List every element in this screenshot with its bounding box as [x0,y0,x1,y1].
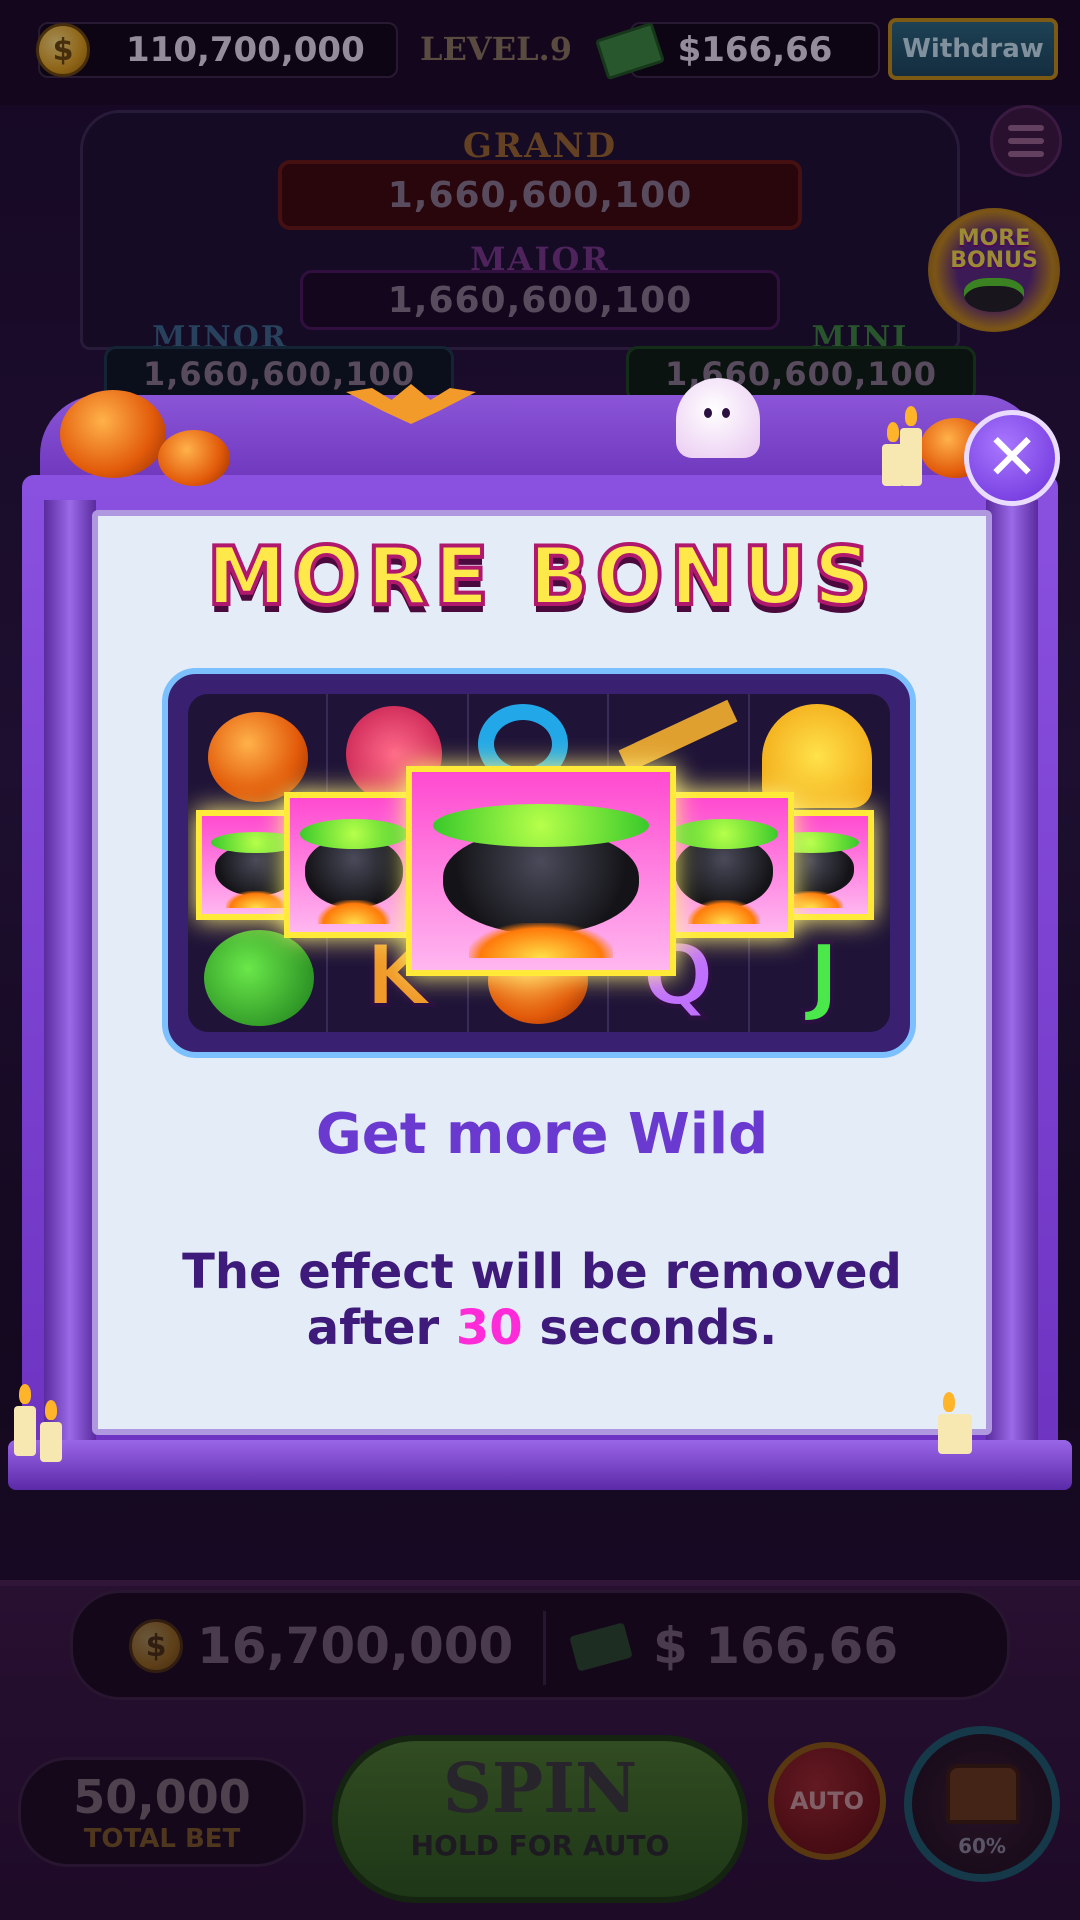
close-button[interactable]: ✕ [964,410,1060,506]
spider-symbol [204,930,314,1026]
balance-bar: $ 16,700,000 $ 166,66 [70,1590,1010,1700]
coin-balance-bottom: 16,700,000 [197,1617,514,1675]
goo-icon [670,819,778,849]
cash-balance: $166,66 [677,30,833,70]
goo-icon [432,803,650,848]
menu-icon-bar [1008,125,1044,131]
fire-icon [688,899,760,924]
pumpkin-icon [60,390,166,478]
coin-icon: $ [129,1619,183,1673]
chest-icon [946,1764,1020,1824]
cash-balance-bottom: $ 166,66 [653,1617,899,1675]
reel-grid: K Q J [188,694,890,1032]
level-indicator: LEVEL.9 [420,30,573,68]
spin-sublabel: HOLD FOR AUTO [410,1829,670,1862]
chest-progress: 60% [958,1834,1006,1858]
cash-icon [569,1622,633,1672]
description-line-2: after 30 seconds. [92,1300,992,1356]
coin-icon: $ [36,23,90,77]
candle-icon [14,1384,36,1456]
countdown-seconds: 30 [455,1300,523,1356]
candle-icon [40,1400,62,1462]
withdraw-button[interactable]: Withdraw [888,18,1058,80]
modal-title: MORE BONUS [205,528,878,625]
cash-balance-pill: $166,66 [630,22,880,78]
candle-icon [938,1392,972,1454]
badge-line-2: BONUS [950,248,1038,273]
cauldron-icon [964,278,1024,312]
spin-button[interactable]: SPIN HOLD FOR AUTO [332,1735,748,1903]
close-icon: ✕ [985,421,1039,495]
description-after: seconds. [522,1300,778,1356]
total-bet-value: 50,000 [73,1770,251,1824]
fire-icon [225,890,287,909]
reel-preview: K Q J [162,668,916,1058]
bonus-description: The effect will be removed after 30 seco… [92,1244,992,1356]
divider [543,1611,546,1685]
total-bet-pill[interactable]: 50,000 TOTAL BET [18,1757,306,1867]
description-line-1: The effect will be removed [182,1244,902,1300]
menu-button[interactable] [990,105,1062,177]
description-before: after [306,1300,456,1356]
total-bet-label: TOTAL BET [83,1824,241,1854]
coin-balance-pill: $ 110,700,000 [36,22,398,78]
bonus-heading: Get more Wild [315,1102,769,1167]
pumpkin-symbol [208,712,308,802]
ghost-icon [676,378,760,458]
menu-icon-bar [1008,151,1044,157]
mini-value: 1,660,600,100 [626,346,976,402]
grand-value: 1,660,600,100 [278,160,802,230]
spin-label: SPIN [442,1749,638,1829]
fire-icon [318,899,390,924]
auto-button[interactable]: AUTO [768,1742,886,1860]
cauldron-wild-symbol [284,792,424,938]
j-letter-symbol: J [806,924,842,1028]
goo-icon [300,819,408,849]
candle-icon [900,406,922,486]
pumpkin-icon [158,430,230,486]
menu-icon-bar [1008,138,1044,144]
left-pillar [44,500,96,1450]
more-bonus-badge[interactable]: MORE BONUS [928,208,1060,332]
treasure-chest-button[interactable]: 60% [904,1726,1060,1882]
right-pillar [986,500,1038,1450]
major-value: 1,660,600,100 [300,270,780,330]
coin-balance: 110,700,000 [126,30,365,70]
badge-line-1: MORE [957,226,1031,251]
fire-icon [468,922,614,959]
modal-base-beam [8,1440,1072,1490]
cauldron-wild-symbol-center [406,766,676,976]
top-bar: $ 110,700,000 LEVEL.9 $166,66 Withdraw [0,0,1080,105]
